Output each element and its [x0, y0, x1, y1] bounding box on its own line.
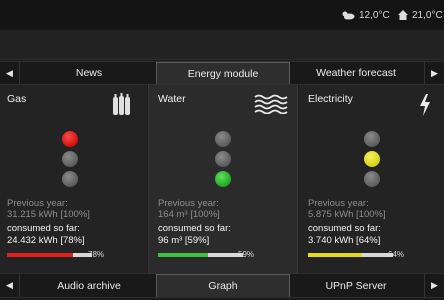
electricity-panel[interactable]: Electricity Previous year: 5.875 kWh [10… [299, 85, 444, 273]
tab-upnp-server[interactable]: UPnP Server [290, 274, 422, 297]
bottom-tab-bar: ◀ Audio archive Graph UPnP Server ▶ [0, 273, 444, 298]
consumption-bar-fill [158, 253, 209, 257]
consumption-bar [308, 253, 393, 257]
scroll-left-arrow-icon[interactable]: ◀ [0, 274, 20, 297]
traffic-light-green [215, 171, 231, 187]
header-band [0, 30, 444, 60]
previous-year-label: Previous year: [158, 198, 219, 209]
consumed-value: 96 m³ [59%] [158, 235, 210, 246]
previous-year-label: Previous year: [308, 198, 369, 209]
previous-year-value: 5.875 kWh [100%] [308, 209, 386, 220]
traffic-light-red [364, 131, 380, 147]
gas-title: Gas [7, 93, 27, 105]
tab-audio-archive[interactable]: Audio archive [22, 274, 156, 297]
consumed-label: consumed so far: [308, 223, 381, 234]
previous-year-label: Previous year: [7, 198, 68, 209]
traffic-light-green [364, 171, 380, 187]
status-bar: 12,0°C 21,0°C [0, 0, 444, 30]
consumption-percent: 78% [88, 250, 105, 259]
gas-cylinders-icon [113, 93, 130, 115]
scroll-right-arrow-icon[interactable]: ▶ [424, 274, 444, 297]
gas-panel[interactable]: Gas Previous year: 31.215 kWh [100%] con… [0, 85, 147, 273]
traffic-light-red [62, 131, 78, 147]
traffic-light-yellow [62, 151, 78, 167]
top-tab-bar: ◀ News Energy module Weather forecast ▶ [0, 61, 444, 85]
water-panel[interactable]: Water Previous year: 164 m³ [100%] consu… [148, 85, 298, 273]
water-title: Water [158, 93, 186, 105]
consumed-label: consumed so far: [7, 223, 80, 234]
house-icon [398, 10, 408, 20]
tab-weather-forecast[interactable]: Weather forecast [290, 62, 422, 84]
tab-energy-module[interactable]: Energy module [156, 62, 290, 84]
lightning-bolt-icon [420, 94, 430, 116]
water-waves-icon [254, 94, 288, 114]
energy-panels: Gas Previous year: 31.215 kWh [100%] con… [0, 85, 444, 273]
tab-graph[interactable]: Graph [156, 274, 290, 297]
consumption-percent: 64% [388, 250, 405, 259]
outdoor-temperature-value: 12,0°C [359, 9, 390, 21]
scroll-left-arrow-icon[interactable]: ◀ [0, 62, 20, 84]
electricity-title: Electricity [308, 93, 353, 105]
traffic-light-yellow [215, 151, 231, 167]
consumed-value: 24.432 kWh [78%] [7, 235, 85, 246]
consumption-bar [158, 253, 243, 257]
traffic-light-red [215, 131, 231, 147]
scroll-right-arrow-icon[interactable]: ▶ [424, 62, 444, 84]
consumption-percent: 59% [238, 250, 255, 259]
indoor-temperature: 21,0°C [398, 8, 443, 22]
consumption-bar-fill [308, 253, 363, 257]
previous-year-value: 164 m³ [100%] [158, 209, 220, 220]
consumed-label: consumed so far: [158, 223, 231, 234]
outdoor-temperature: 12,0°C [341, 8, 390, 22]
consumed-value: 3.740 kWh [64%] [308, 235, 381, 246]
traffic-light-yellow [364, 151, 380, 167]
consumption-bar [7, 253, 92, 257]
cloud-sun-icon [342, 11, 355, 20]
traffic-light-green [62, 171, 78, 187]
tab-news[interactable]: News [22, 62, 156, 84]
consumption-bar-fill [7, 253, 74, 257]
previous-year-value: 31.215 kWh [100%] [7, 209, 90, 220]
indoor-temperature-value: 21,0°C [412, 9, 443, 21]
